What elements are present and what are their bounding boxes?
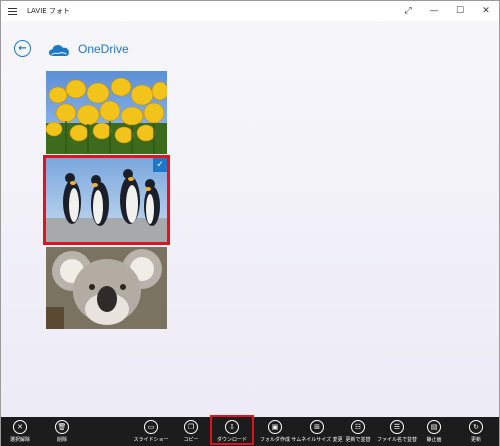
thumbnail-size-label: サムネイルサイズ 変更 <box>291 437 343 443</box>
sort-date-icon: ☷ <box>351 420 365 434</box>
still-image-icon: ▤ <box>427 420 441 434</box>
title-bar: LAVIE フォト ⤢ — ☐ ✕ <box>1 1 499 21</box>
sort-by-name-label: ファイル名で並替 <box>376 437 417 443</box>
close-window-icon[interactable]: ✕ <box>473 1 499 21</box>
copy-label: コピー <box>183 437 199 443</box>
still-image-button[interactable]: ▤ 静止画 <box>421 417 447 446</box>
window-controls: ⤢ — ☐ ✕ <box>395 1 499 21</box>
photo-thumbnail-tulips[interactable] <box>46 71 167 154</box>
thumbnail-size-button[interactable]: ⊞ サムネイルサイズ 変更 <box>291 417 343 446</box>
selected-check-icon: ✓ <box>153 158 167 172</box>
deselect-button[interactable]: ✕ 選択解除 <box>3 417 37 446</box>
deselect-label: 選択解除 <box>9 437 30 443</box>
back-arrow-icon[interactable]: ← <box>14 40 31 57</box>
trash-icon: 🗑 <box>55 420 69 434</box>
create-folder-button[interactable]: ▣ フォルダ作成 <box>257 417 293 446</box>
slideshow-label: スライドショー <box>133 437 169 443</box>
maximize-icon[interactable]: ☐ <box>447 1 473 21</box>
sort-name-icon: ☰ <box>390 420 404 434</box>
page-title: OneDrive <box>78 42 129 56</box>
create-folder-label: フォルダ作成 <box>259 437 290 443</box>
copy-button[interactable]: ❐ コピー <box>177 417 205 446</box>
still-image-label: 静止画 <box>426 437 442 443</box>
refresh-button[interactable]: ↻ 更新 <box>463 417 489 446</box>
refresh-label: 更新 <box>470 437 481 443</box>
copy-icon: ❐ <box>184 420 198 434</box>
photo-thumbnail-koala[interactable] <box>46 247 167 329</box>
close-icon: ✕ <box>13 420 27 434</box>
fullscreen-icon[interactable]: ⤢ <box>395 1 421 21</box>
delete-label: 削除 <box>56 437 67 443</box>
sort-by-date-button[interactable]: ☷ 更新で並替 <box>340 417 376 446</box>
photo-thumbnail-penguins[interactable]: ✓ <box>43 155 170 245</box>
slideshow-button[interactable]: ▭ スライドショー <box>133 417 169 446</box>
download-highlight-box <box>210 415 254 445</box>
thumbnail-size-icon: ⊞ <box>310 420 324 434</box>
app-title: LAVIE フォト <box>27 7 70 15</box>
delete-button[interactable]: 🗑 削除 <box>47 417 77 446</box>
onedrive-cloud-icon <box>49 45 69 56</box>
penguins-image <box>46 158 167 242</box>
koala-image <box>46 247 167 329</box>
folder-add-icon: ▣ <box>268 420 282 434</box>
sort-by-date-label: 更新で並替 <box>345 437 371 443</box>
hamburger-menu-icon[interactable] <box>1 1 23 21</box>
minimize-icon[interactable]: — <box>421 1 447 21</box>
tulips-image <box>46 71 167 154</box>
slideshow-icon: ▭ <box>144 420 158 434</box>
sort-by-name-button[interactable]: ☰ ファイル名で並替 <box>375 417 419 446</box>
refresh-icon: ↻ <box>469 420 483 434</box>
